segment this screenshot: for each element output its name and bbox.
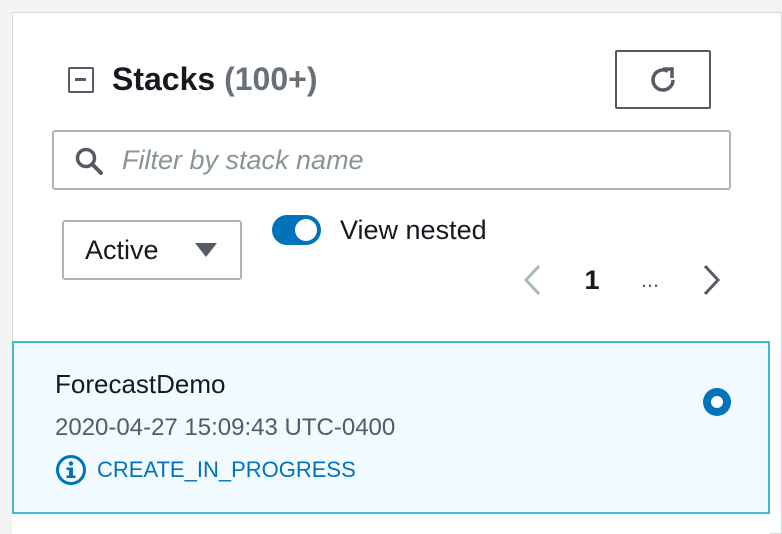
toggle-knob bbox=[295, 219, 317, 241]
pagination-ellipsis: ... bbox=[640, 267, 660, 292]
page-title: Stacks (100+) bbox=[112, 57, 317, 101]
stack-select-radio[interactable] bbox=[703, 388, 731, 416]
status-filter-select[interactable]: Active bbox=[62, 220, 242, 280]
status-filter-value: Active bbox=[85, 235, 159, 265]
pagination-page-1[interactable]: 1 bbox=[578, 262, 606, 298]
caret-down-icon bbox=[195, 243, 217, 257]
stack-status: CREATE_IN_PROGRESS bbox=[97, 457, 356, 482]
chevron-left-icon bbox=[523, 264, 541, 296]
stack-name: ForecastDemo bbox=[55, 369, 226, 399]
view-nested-toggle[interactable] bbox=[272, 215, 321, 245]
title-text: Stacks bbox=[112, 61, 216, 97]
next-list-item bbox=[12, 514, 770, 534]
search-placeholder: Filter by stack name bbox=[122, 145, 364, 175]
stack-list-item[interactable]: ForecastDemo 2020-04-27 15:09:43 UTC-040… bbox=[12, 341, 770, 514]
refresh-icon bbox=[651, 66, 675, 92]
refresh-button[interactable] bbox=[615, 50, 711, 109]
chevron-right-icon bbox=[703, 264, 721, 296]
pagination-prev-button[interactable] bbox=[520, 262, 546, 303]
stack-created-time: 2020-04-27 15:09:43 UTC-0400 bbox=[55, 414, 396, 441]
info-icon bbox=[56, 455, 86, 485]
search-icon bbox=[75, 147, 103, 175]
stack-count: (100+) bbox=[224, 61, 318, 97]
search-input[interactable]: Filter by stack name bbox=[52, 130, 731, 190]
pagination-next-button[interactable] bbox=[698, 262, 724, 303]
view-nested-label: View nested bbox=[340, 215, 487, 245]
collapse-icon[interactable] bbox=[68, 67, 94, 93]
radio-dot bbox=[711, 396, 723, 408]
